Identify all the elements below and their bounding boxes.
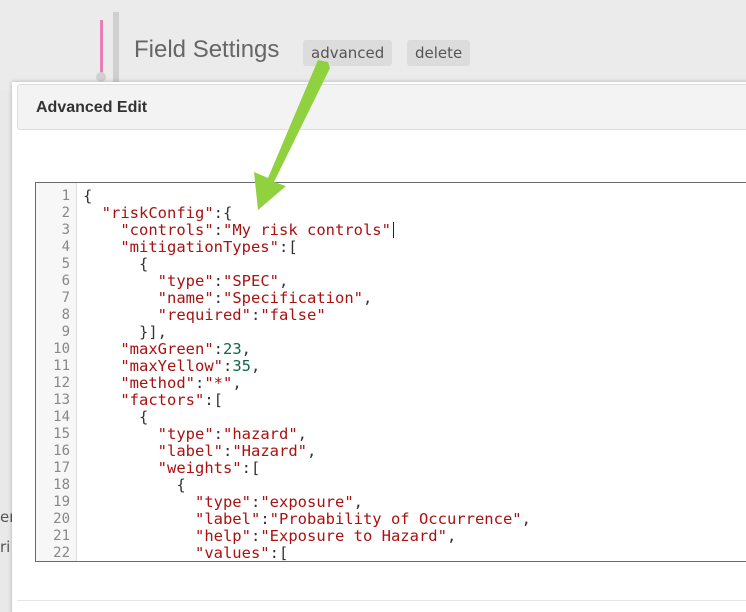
line-number: 14 [53, 409, 70, 425]
line-number: 10 [53, 341, 70, 357]
line-number: 8 [61, 307, 70, 323]
code-text: "required":"false" [157, 306, 326, 324]
line-number: 1 [61, 188, 70, 204]
code-line: 1{ [36, 188, 746, 205]
advanced-edit-modal: Advanced Edit 1{2 "riskConfig":{3 "contr… [12, 82, 746, 612]
code-text: "maxGreen":23, [120, 340, 252, 358]
code-line: 10 "maxGreen":23, [36, 341, 746, 358]
code-line: 6 "type":"SPEC", [36, 273, 746, 290]
code-line: 12 "method":"*", [36, 375, 746, 392]
code-text: }], [83, 323, 167, 341]
code-line: 3 "controls":"My risk controls" [36, 222, 746, 239]
marker-dot [96, 72, 106, 82]
code-line: 8 "required":"false" [36, 307, 746, 324]
code-text: { [83, 476, 186, 494]
code-line: 16 "label":"Hazard", [36, 443, 746, 460]
delete-button[interactable]: delete [407, 40, 471, 66]
line-number: 3 [61, 222, 70, 238]
code-line: 19 "type":"exposure", [36, 494, 746, 511]
code-text: "mitigationTypes":[ [120, 238, 298, 256]
code-text: "factors":[ [120, 391, 223, 409]
line-number: 5 [61, 256, 70, 272]
code-text: { [83, 255, 149, 273]
line-number: 12 [53, 375, 70, 391]
code-line: 22 "values":[ [36, 545, 746, 562]
code-text: "name":"Specification", [157, 289, 373, 307]
code-line: 20 "label":"Probability of Occurrence", [36, 511, 746, 528]
line-number: 21 [53, 528, 70, 544]
line-number: 7 [61, 290, 70, 306]
code-text: "type":"exposure", [194, 493, 363, 511]
code-line: 2 "riskConfig":{ [36, 205, 746, 222]
line-number: 9 [61, 324, 70, 340]
modal-footer-divider [17, 600, 746, 601]
code-text: "riskConfig":{ [101, 204, 233, 222]
line-number: 13 [53, 392, 70, 408]
code-text: "controls":"My risk controls" [83, 222, 394, 239]
code-text: "maxYellow":35, [120, 357, 261, 375]
line-number: 15 [53, 426, 70, 442]
line-number: 4 [61, 239, 70, 255]
code-text: "type":"hazard", [157, 425, 307, 443]
code-text: "label":"Hazard", [157, 442, 317, 460]
code-text: "help":"Exposure to Hazard", [194, 527, 457, 545]
line-number: 16 [53, 443, 70, 459]
code-text: { [83, 408, 149, 426]
code-lines: 1{2 "riskConfig":{3 "controls":"My risk … [36, 188, 746, 562]
field-left-bar [113, 12, 119, 84]
code-line: 13 "factors":[ [36, 392, 746, 409]
code-line: 17 "weights":[ [36, 460, 746, 477]
advanced-button[interactable]: advanced [303, 40, 393, 66]
line-number: 18 [53, 477, 70, 493]
line-number: 20 [53, 511, 70, 527]
code-line: 14 { [36, 409, 746, 426]
code-line: 9 }], [36, 324, 746, 341]
code-text: "label":"Probability of Occurrence", [194, 510, 531, 528]
code-line: 18 { [36, 477, 746, 494]
code-text: "values":[ [194, 544, 289, 562]
code-line: 5 { [36, 256, 746, 273]
code-line: 11 "maxYellow":35, [36, 358, 746, 375]
code-line: 15 "type":"hazard", [36, 426, 746, 443]
code-text: "weights":[ [157, 459, 261, 477]
line-number: 2 [61, 205, 70, 221]
code-text: "method":"*", [120, 374, 242, 392]
line-number: 17 [53, 460, 70, 476]
line-number: 11 [53, 358, 70, 374]
pink-marker-line [100, 20, 103, 76]
code-text: { [83, 187, 93, 205]
json-code-editor[interactable]: 1{2 "riskConfig":{3 "controls":"My risk … [35, 182, 746, 562]
modal-title: Advanced Edit [36, 99, 148, 116]
code-line: 4 "mitigationTypes":[ [36, 239, 746, 256]
text-cursor [392, 222, 394, 238]
line-number: 22 [53, 545, 70, 561]
edge-text-2: ri [0, 538, 11, 556]
line-number: 19 [53, 494, 70, 510]
field-settings-title: Field Settings [134, 36, 280, 63]
code-line: 21 "help":"Exposure to Hazard", [36, 528, 746, 545]
code-line: 7 "name":"Specification", [36, 290, 746, 307]
code-text: "type":"SPEC", [157, 272, 289, 290]
line-number: 6 [61, 273, 70, 289]
modal-header: Advanced Edit [17, 84, 746, 130]
page: Field Settings advanced delete er ri Adv… [0, 0, 746, 612]
